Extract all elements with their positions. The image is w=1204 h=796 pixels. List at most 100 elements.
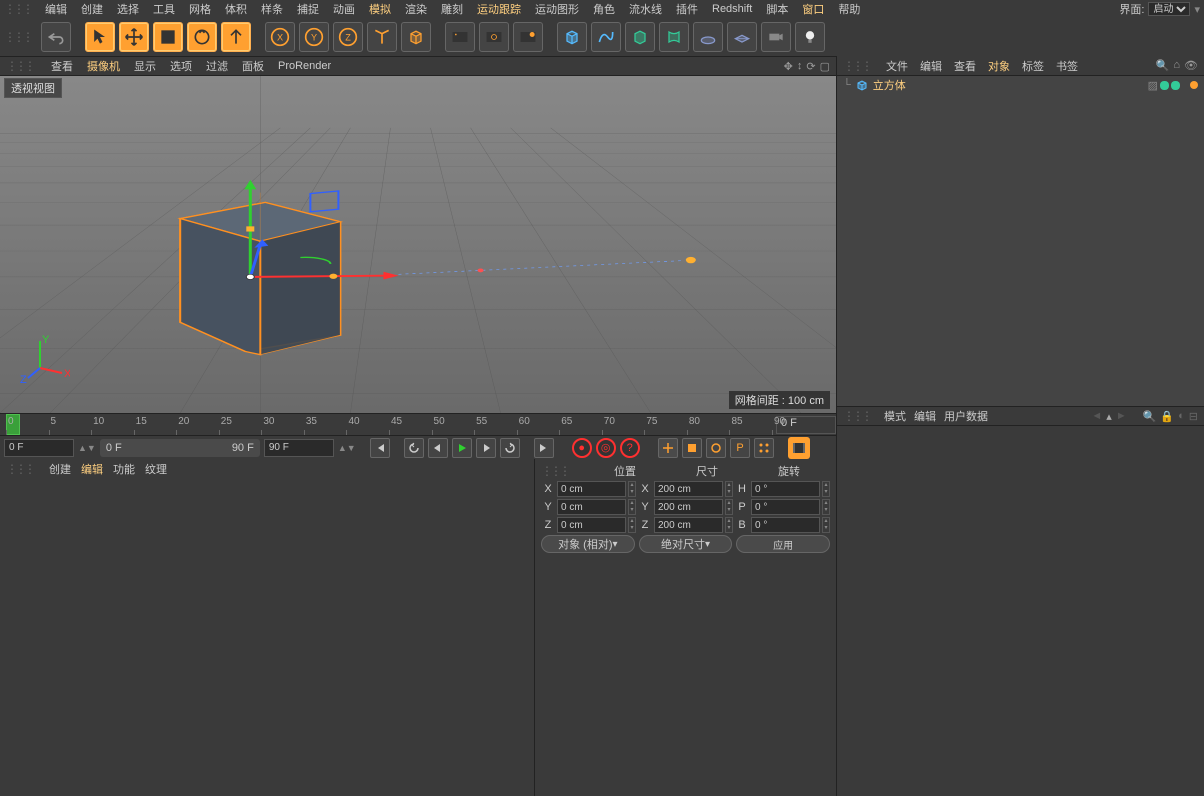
menu-体积[interactable]: 体积 bbox=[219, 1, 253, 17]
visibility-editor-icon[interactable]: ▨ bbox=[1148, 79, 1158, 92]
objmenu-书签[interactable]: 书签 bbox=[1054, 58, 1080, 74]
stepper[interactable]: ▴▾ bbox=[822, 517, 830, 533]
render-view-button[interactable] bbox=[445, 22, 475, 52]
timeline-ruler[interactable]: 051015202530354045505560657075808590 0 F bbox=[0, 413, 836, 435]
axis-z-button[interactable]: Z bbox=[333, 22, 363, 52]
matmenu-创建[interactable]: 创建 bbox=[49, 461, 71, 477]
key-param-button[interactable]: P bbox=[730, 438, 750, 458]
end-frame-input[interactable] bbox=[264, 439, 334, 457]
vpmenu-摄像机[interactable]: 摄像机 bbox=[85, 58, 122, 74]
add-camera-button[interactable] bbox=[761, 22, 791, 52]
stepper[interactable]: ▴▾ bbox=[725, 517, 733, 533]
tag-dot[interactable] bbox=[1190, 81, 1198, 89]
record-button[interactable]: ● bbox=[572, 438, 592, 458]
vpmenu-显示[interactable]: 显示 bbox=[132, 58, 158, 74]
object-tree[interactable]: └ 立方体 ▨ bbox=[837, 76, 1204, 406]
lock-icon[interactable]: 🔒 bbox=[1160, 410, 1174, 423]
vpmenu-面板[interactable]: 面板 bbox=[240, 58, 266, 74]
matmenu-编辑[interactable]: 编辑 bbox=[81, 461, 103, 477]
add-cube-button[interactable] bbox=[557, 22, 587, 52]
grip-icon[interactable]: ⋮⋮⋮ bbox=[843, 59, 870, 73]
key-move-button[interactable] bbox=[658, 438, 678, 458]
menu-窗口[interactable]: 窗口 bbox=[796, 1, 830, 17]
search-icon[interactable]: 🔍 bbox=[1156, 59, 1170, 72]
coord-size-dropdown[interactable]: 绝对尺寸 ▾ bbox=[639, 535, 733, 553]
menu-Redshift[interactable]: Redshift bbox=[706, 3, 758, 15]
size-input[interactable]: 200 cm bbox=[654, 499, 723, 515]
axis-x-button[interactable]: X bbox=[265, 22, 295, 52]
attribute-panel[interactable] bbox=[837, 426, 1204, 796]
size-input[interactable]: 200 cm bbox=[654, 517, 723, 533]
coord-apply-button[interactable]: 应用 bbox=[736, 535, 830, 553]
rot-input[interactable]: 0 ° bbox=[751, 499, 820, 515]
select-tool[interactable] bbox=[85, 22, 115, 52]
goto-end-button[interactable] bbox=[534, 438, 554, 458]
menu-工具[interactable]: 工具 bbox=[147, 1, 181, 17]
cube-primitive-button[interactable] bbox=[401, 22, 431, 52]
goto-start-button[interactable] bbox=[370, 438, 390, 458]
eye-icon[interactable]: 👁 bbox=[1184, 59, 1198, 72]
grip-icon[interactable]: ⋮⋮⋮ bbox=[541, 464, 568, 478]
nav-back-icon[interactable]: ◄ bbox=[1091, 410, 1102, 423]
play-button[interactable] bbox=[452, 438, 472, 458]
attrmenu-编辑[interactable]: 编辑 bbox=[914, 408, 936, 424]
add-environment-button[interactable] bbox=[693, 22, 723, 52]
render-settings-button[interactable] bbox=[513, 22, 543, 52]
coord-system-button[interactable] bbox=[367, 22, 397, 52]
stepper-icon[interactable]: ▲▼ bbox=[78, 443, 96, 453]
objmenu-标签[interactable]: 标签 bbox=[1020, 58, 1046, 74]
pos-input[interactable]: 0 cm bbox=[557, 481, 626, 497]
key-all-button[interactable] bbox=[754, 438, 774, 458]
stepper[interactable]: ▴▾ bbox=[628, 499, 636, 515]
grip-icon[interactable]: ⋮⋮⋮ bbox=[4, 30, 31, 44]
add-spline-button[interactable] bbox=[591, 22, 621, 52]
stepper[interactable]: ▴▾ bbox=[628, 481, 636, 497]
objmenu-对象[interactable]: 对象 bbox=[986, 58, 1012, 74]
vp-zoom-icon[interactable]: ↕ bbox=[797, 60, 803, 73]
menu-流水线[interactable]: 流水线 bbox=[623, 1, 668, 17]
objmenu-文件[interactable]: 文件 bbox=[884, 58, 910, 74]
rotate-tool[interactable] bbox=[187, 22, 217, 52]
cube-object[interactable] bbox=[180, 193, 340, 355]
menu-编辑[interactable]: 编辑 bbox=[39, 1, 73, 17]
stepper[interactable]: ▴▾ bbox=[725, 481, 733, 497]
autokey-button[interactable]: ◎ bbox=[596, 438, 616, 458]
matmenu-纹理[interactable]: 纹理 bbox=[145, 461, 167, 477]
menu-雕刻[interactable]: 雕刻 bbox=[435, 1, 469, 17]
step-fwd-button[interactable] bbox=[476, 438, 496, 458]
range-slider[interactable]: 0 F 90 F bbox=[100, 439, 260, 457]
add-deformer-button[interactable] bbox=[659, 22, 689, 52]
grip-icon[interactable]: ⋮⋮⋮ bbox=[6, 462, 33, 476]
coord-mode-dropdown[interactable]: 对象 (相对) ▾ bbox=[541, 535, 635, 553]
grip-icon[interactable]: ⋮⋮⋮ bbox=[843, 409, 870, 423]
prev-key-button[interactable] bbox=[404, 438, 424, 458]
stepper[interactable]: ▴▾ bbox=[628, 517, 636, 533]
vpmenu-过滤[interactable]: 过滤 bbox=[204, 58, 230, 74]
object-item-cube[interactable]: └ 立方体 ▨ bbox=[837, 76, 1204, 94]
attrmenu-模式[interactable]: 模式 bbox=[884, 408, 906, 424]
keyhelp-button[interactable]: ? bbox=[620, 438, 640, 458]
menu-选择[interactable]: 选择 bbox=[111, 1, 145, 17]
menu-icon[interactable]: ⊟ bbox=[1189, 410, 1198, 423]
search-icon[interactable]: 🔍 bbox=[1143, 410, 1157, 423]
animation-layout-button[interactable] bbox=[788, 437, 810, 459]
vp-rotate-icon[interactable]: ⟳ bbox=[806, 60, 815, 73]
nav-up-icon[interactable]: ▴ bbox=[1106, 410, 1112, 423]
menu-角色[interactable]: 角色 bbox=[587, 1, 621, 17]
menu-模拟[interactable]: 模拟 bbox=[363, 1, 397, 17]
menu-运动跟踪[interactable]: 运动跟踪 bbox=[471, 1, 527, 17]
grip-icon[interactable]: ⋮⋮⋮ bbox=[4, 2, 31, 16]
rot-input[interactable]: 0 ° bbox=[751, 481, 820, 497]
objmenu-查看[interactable]: 查看 bbox=[952, 58, 978, 74]
vp-toggle-icon[interactable]: ▢ bbox=[820, 60, 830, 73]
menu-动画[interactable]: 动画 bbox=[327, 1, 361, 17]
key-scale-button[interactable] bbox=[682, 438, 702, 458]
menu-脚本[interactable]: 脚本 bbox=[760, 1, 794, 17]
interface-dropdown[interactable]: 启动 bbox=[1148, 2, 1190, 16]
next-key-button[interactable] bbox=[500, 438, 520, 458]
object-name[interactable]: 立方体 bbox=[873, 77, 906, 93]
size-input[interactable]: 200 cm bbox=[654, 481, 723, 497]
move-tool[interactable] bbox=[119, 22, 149, 52]
menu-帮助[interactable]: 帮助 bbox=[832, 1, 866, 17]
vis-dot-bot[interactable] bbox=[1171, 81, 1180, 90]
